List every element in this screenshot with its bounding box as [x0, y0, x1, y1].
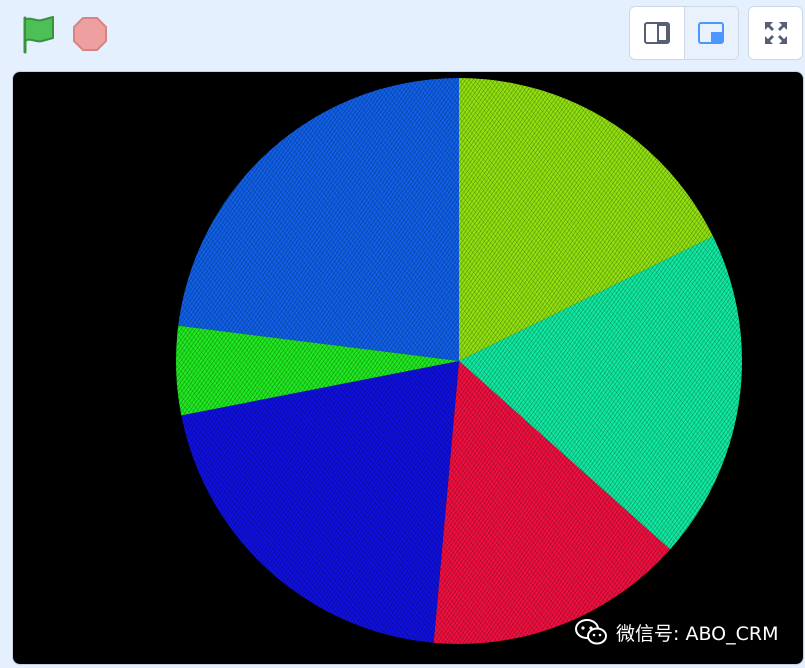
wechat-icon: [575, 619, 607, 645]
green-flag-icon: [23, 16, 54, 54]
fullscreen-button[interactable]: [748, 6, 803, 60]
pie-sectors: [176, 78, 742, 644]
fullscreen-icon: [764, 22, 787, 44]
watermark-text: 微信号: ABO_CRM: [616, 622, 779, 645]
stage-canvas[interactable]: [12, 71, 804, 665]
stop-button[interactable]: [68, 12, 112, 56]
green-flag-button[interactable]: [16, 12, 60, 56]
normal-stage-icon: [698, 22, 725, 44]
stage-header: [0, 0, 805, 70]
stop-sign-icon: [73, 17, 107, 51]
small-stage-icon: [643, 22, 670, 44]
stage-drawing: [176, 78, 742, 644]
normal-stage-button[interactable]: [683, 7, 738, 59]
small-stage-button[interactable]: [630, 7, 684, 59]
watermark: 微信号: ABO_CRM: [574, 612, 778, 652]
moire-overlay-2: [176, 78, 742, 644]
stage-size-toggle: [629, 6, 739, 60]
